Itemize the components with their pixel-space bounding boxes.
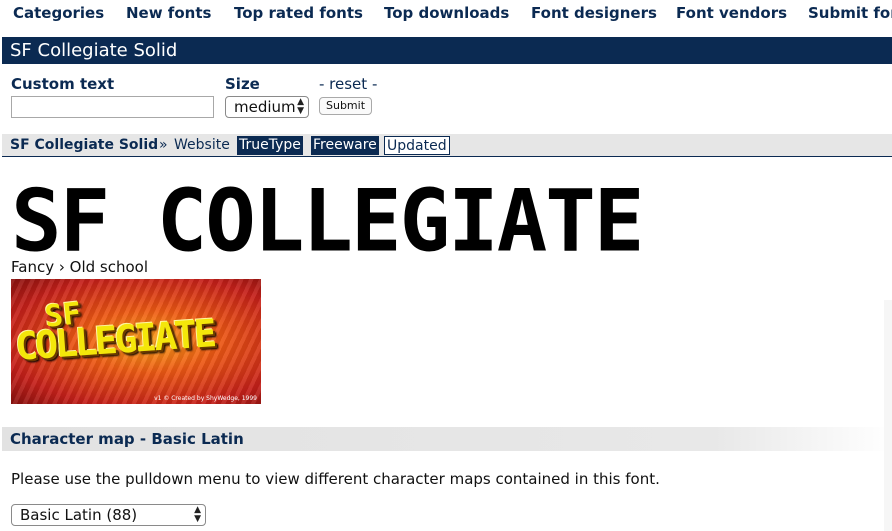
top-navigation: Categories New fonts Top rated fonts Top… bbox=[0, 0, 892, 30]
nav-categories[interactable]: Categories bbox=[13, 4, 104, 22]
tag-truetype[interactable]: TrueType bbox=[237, 136, 303, 155]
character-map-select-value: Basic Latin (88) bbox=[20, 506, 138, 524]
character-map-note: Please use the pulldown menu to view dif… bbox=[11, 470, 660, 488]
character-map-header: Character map - Basic Latin bbox=[2, 427, 892, 451]
nav-submit-font[interactable]: Submit fon bbox=[808, 4, 892, 22]
reset-link[interactable]: - reset - bbox=[319, 75, 377, 93]
nav-top-downloads[interactable]: Top downloads bbox=[384, 4, 509, 22]
breadcrumb: SF Collegiate Solid » Website TrueType F… bbox=[2, 134, 892, 157]
size-select-value: medium bbox=[234, 98, 296, 116]
nav-font-designers[interactable]: Font designers bbox=[531, 4, 657, 22]
up-down-chevron-icon: ▲ ▼ bbox=[194, 505, 201, 524]
font-sample-image[interactable]: SF COLLEGIATE v1 © Created by ShyWedge, … bbox=[11, 279, 261, 404]
category-link-old-school[interactable]: Old school bbox=[70, 258, 148, 276]
size-label: Size bbox=[225, 75, 260, 93]
category-separator: › bbox=[58, 258, 65, 276]
character-map-select[interactable]: Basic Latin (88) ▲ ▼ bbox=[11, 504, 206, 526]
font-preview: SF COLLEGIATE bbox=[11, 170, 644, 271]
breadcrumb-separator: » bbox=[159, 137, 168, 153]
tag-freeware[interactable]: Freeware bbox=[311, 136, 379, 155]
nav-top-rated-fonts[interactable]: Top rated fonts bbox=[234, 4, 363, 22]
nav-font-vendors[interactable]: Font vendors bbox=[676, 4, 787, 22]
category-link-fancy[interactable]: Fancy bbox=[11, 258, 54, 276]
page-title: SF Collegiate Solid bbox=[2, 37, 892, 64]
submit-button[interactable]: Submit bbox=[319, 97, 372, 115]
category-path: Fancy › Old school bbox=[11, 258, 148, 276]
breadcrumb-font-name[interactable]: SF Collegiate Solid bbox=[10, 137, 158, 153]
tag-updated[interactable]: Updated bbox=[384, 136, 450, 155]
scrollbar-track[interactable] bbox=[884, 300, 892, 531]
custom-text-input[interactable] bbox=[11, 96, 214, 118]
up-down-chevron-icon: ▲ ▼ bbox=[297, 97, 304, 116]
size-select[interactable]: medium ▲ ▼ bbox=[225, 96, 309, 118]
nav-new-fonts[interactable]: New fonts bbox=[126, 4, 211, 22]
website-link[interactable]: Website bbox=[174, 137, 230, 153]
sample-image-credit: v1 © Created by ShyWedge, 1999 bbox=[154, 395, 257, 402]
custom-text-label: Custom text bbox=[11, 75, 115, 93]
